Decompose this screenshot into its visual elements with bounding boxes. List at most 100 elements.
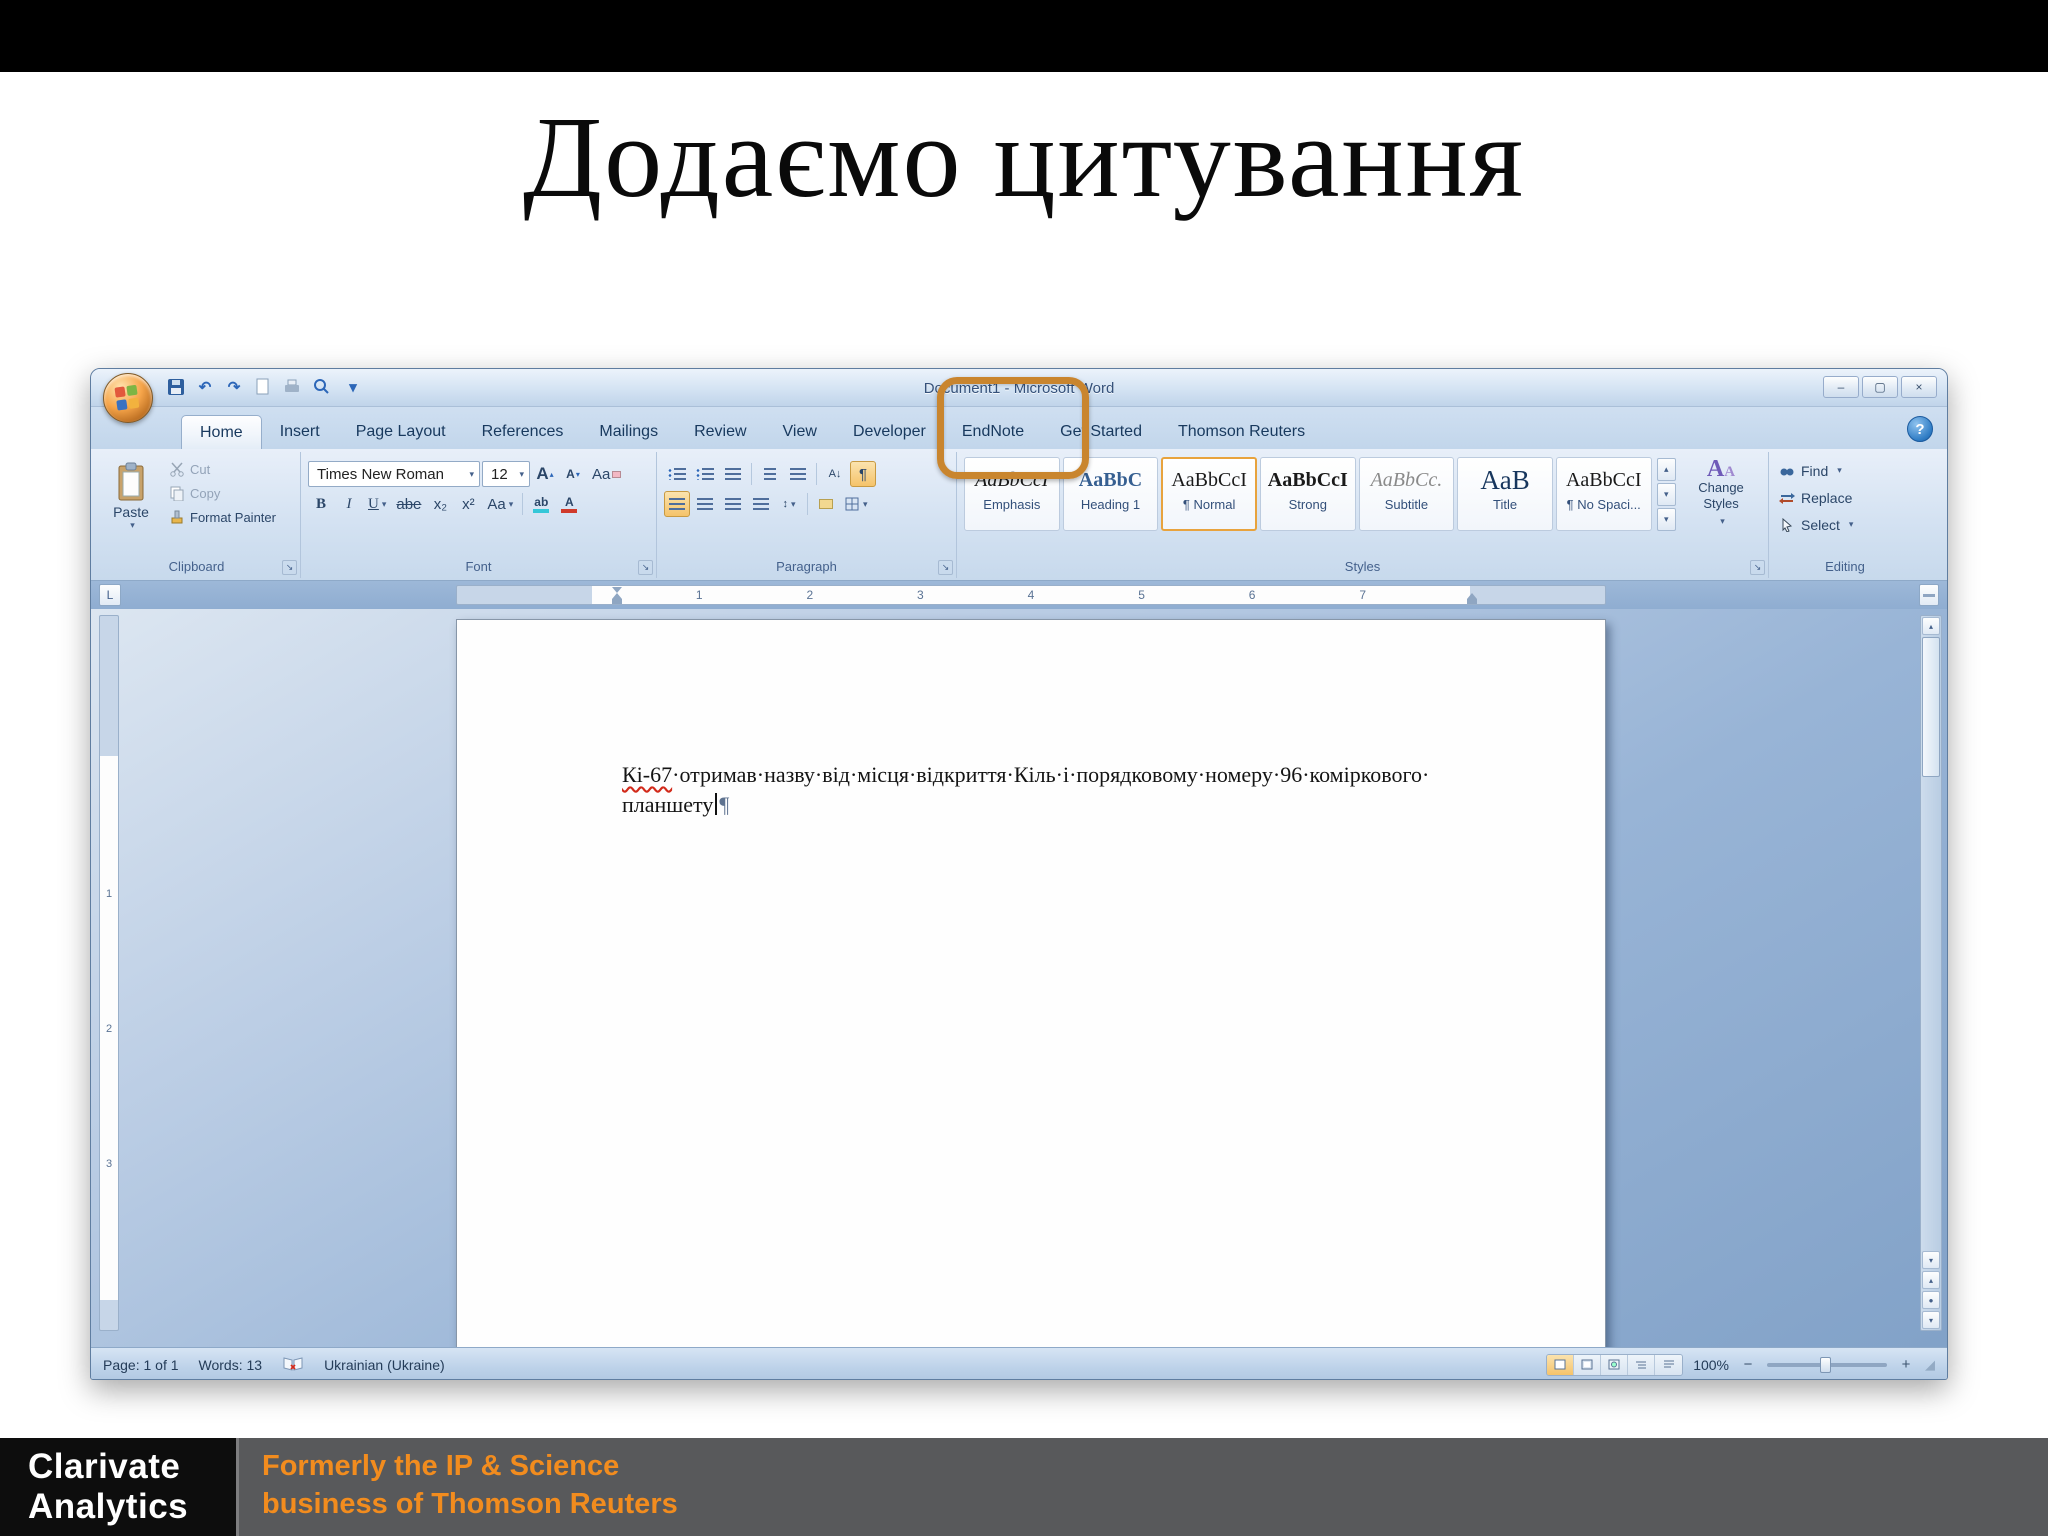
- tab-mailings[interactable]: Mailings: [581, 415, 676, 449]
- change-styles-button[interactable]: AA Change Styles ▾: [1681, 457, 1761, 529]
- superscript-button[interactable]: x²: [455, 491, 481, 517]
- italic-button[interactable]: I: [336, 491, 362, 517]
- close-button[interactable]: ×: [1901, 376, 1937, 398]
- print-layout-view-button[interactable]: [1547, 1354, 1575, 1375]
- shrink-font-button[interactable]: A ▾: [560, 461, 586, 487]
- change-case-button[interactable]: Aa ▾: [483, 491, 517, 517]
- minimize-button[interactable]: –: [1823, 376, 1859, 398]
- help-button[interactable]: ?: [1907, 416, 1933, 442]
- tab-references[interactable]: References: [464, 415, 582, 449]
- clear-formatting-button[interactable]: Aa: [588, 461, 625, 487]
- paragraph-dialog-launcher[interactable]: ↘: [938, 560, 953, 575]
- indent-marker-left[interactable]: [612, 587, 622, 604]
- full-screen-view-button[interactable]: [1574, 1354, 1602, 1375]
- vertical-scrollbar[interactable]: ▴ ▾ ▴ ● ▾: [1920, 615, 1942, 1331]
- align-left-button[interactable]: [664, 491, 690, 517]
- next-page-button[interactable]: ▾: [1922, 1311, 1940, 1329]
- tab-page-layout[interactable]: Page Layout: [338, 415, 464, 449]
- scroll-down-button[interactable]: ▾: [1922, 1251, 1940, 1269]
- align-center-button[interactable]: [692, 491, 718, 517]
- undo-button[interactable]: ↶: [194, 376, 216, 398]
- tab-home[interactable]: Home: [181, 415, 262, 449]
- zoom-level[interactable]: 100%: [1693, 1357, 1729, 1373]
- increase-indent-button[interactable]: [785, 461, 811, 487]
- tab-endnote[interactable]: EndNote: [944, 415, 1042, 449]
- select-browse-object-button[interactable]: ●: [1922, 1291, 1940, 1309]
- font-name-select[interactable]: Times New Roman ▾: [308, 461, 480, 487]
- indent-marker-right[interactable]: [1467, 593, 1477, 604]
- web-layout-view-button[interactable]: [1601, 1354, 1629, 1375]
- tab-review[interactable]: Review: [676, 415, 764, 449]
- paste-button[interactable]: Paste ▾: [100, 457, 162, 549]
- cut-button[interactable]: Cut: [166, 457, 279, 481]
- style-title[interactable]: AaB Title: [1457, 457, 1553, 531]
- page-indicator[interactable]: Page: 1 of 1: [103, 1357, 179, 1373]
- underline-button[interactable]: U ▾: [364, 491, 390, 517]
- tab-thomson-reuters[interactable]: Thomson Reuters: [1160, 415, 1323, 449]
- resize-grip[interactable]: ◢: [1925, 1357, 1935, 1373]
- document-page[interactable]: Кі-67·отримав·назву·від·місця·відкриття·…: [456, 619, 1606, 1347]
- tab-insert[interactable]: Insert: [262, 415, 338, 449]
- zoom-slider[interactable]: [1767, 1356, 1887, 1373]
- align-right-button[interactable]: [720, 491, 746, 517]
- style-strong[interactable]: AaBbCcI Strong: [1259, 457, 1356, 531]
- previous-page-button[interactable]: ▴: [1922, 1271, 1940, 1289]
- styles-gallery-expand-button[interactable]: ▾: [1656, 508, 1677, 531]
- tab-selector-button[interactable]: L: [99, 584, 121, 606]
- subscript-button[interactable]: x₂: [427, 491, 453, 517]
- print-button[interactable]: [281, 376, 303, 398]
- qat-dropdown-button[interactable]: ▾: [342, 376, 364, 398]
- title-bar[interactable]: ↶ ↷ ▾ Document1 - Microsoft Word – ▢ ×: [91, 369, 1947, 423]
- proofing-status[interactable]: [282, 1355, 304, 1375]
- language-indicator[interactable]: Ukrainian (Ukraine): [324, 1357, 445, 1373]
- styles-scroll-up-button[interactable]: ▴: [1656, 458, 1677, 481]
- text-highlight-button[interactable]: ab: [528, 491, 554, 517]
- styles-scroll-down-button[interactable]: ▾: [1656, 483, 1677, 506]
- zoom-in-button[interactable]: +: [1897, 1356, 1915, 1373]
- document-text[interactable]: Кі-67·отримав·назву·від·місця·відкриття·…: [622, 760, 1502, 820]
- format-painter-button[interactable]: Format Painter: [166, 505, 279, 529]
- replace-button[interactable]: Replace: [1776, 484, 1914, 511]
- borders-button[interactable]: ▾: [841, 491, 872, 517]
- redo-button[interactable]: ↷: [223, 376, 245, 398]
- word-count[interactable]: Words: 13: [199, 1357, 263, 1373]
- line-spacing-button[interactable]: ↕ ▾: [776, 491, 802, 517]
- tab-developer[interactable]: Developer: [835, 415, 944, 449]
- bullets-button[interactable]: [664, 461, 690, 487]
- maximize-button[interactable]: ▢: [1862, 376, 1898, 398]
- clipboard-dialog-launcher[interactable]: ↘: [282, 560, 297, 575]
- save-button[interactable]: [165, 376, 187, 398]
- zoom-out-button[interactable]: −: [1739, 1356, 1757, 1373]
- draft-view-button[interactable]: [1655, 1354, 1683, 1375]
- font-color-button[interactable]: A: [556, 491, 582, 517]
- multilevel-list-button[interactable]: [720, 461, 746, 487]
- numbering-button[interactable]: [692, 461, 718, 487]
- ruler-toggle-button[interactable]: [1919, 584, 1939, 606]
- tab-get-started[interactable]: Get Started: [1042, 415, 1160, 449]
- find-button[interactable]: Find ▾: [1776, 457, 1914, 484]
- font-dialog-launcher[interactable]: ↘: [638, 560, 653, 575]
- style-heading1[interactable]: AaBbC Heading 1: [1062, 457, 1159, 531]
- font-size-select[interactable]: 12 ▾: [482, 461, 530, 487]
- office-button[interactable]: [103, 373, 153, 423]
- decrease-indent-button[interactable]: [757, 461, 783, 487]
- new-document-button[interactable]: [252, 376, 274, 398]
- style-emphasis[interactable]: AaBbCcI Emphasis: [964, 457, 1060, 531]
- scroll-up-button[interactable]: ▴: [1922, 617, 1940, 635]
- bold-button[interactable]: B: [308, 491, 334, 517]
- grow-font-button[interactable]: A ▴: [532, 461, 558, 487]
- justify-button[interactable]: [748, 491, 774, 517]
- zoom-slider-thumb[interactable]: [1820, 1356, 1831, 1373]
- outline-view-button[interactable]: [1628, 1354, 1656, 1375]
- select-button[interactable]: Select ▾: [1776, 511, 1914, 538]
- copy-button[interactable]: Copy: [166, 481, 279, 505]
- style-no-spacing[interactable]: AaBbCcI ¶ No Spaci...: [1555, 457, 1652, 531]
- sort-button[interactable]: A↓: [822, 461, 848, 487]
- style-normal[interactable]: AaBbCcI ¶ Normal: [1161, 457, 1257, 531]
- style-subtitle[interactable]: AaBbCc. Subtitle: [1358, 457, 1455, 531]
- scrollbar-thumb[interactable]: [1922, 637, 1940, 777]
- tab-view[interactable]: View: [765, 415, 835, 449]
- shading-button[interactable]: [813, 491, 839, 517]
- show-hide-marks-button[interactable]: ¶: [850, 461, 876, 487]
- strikethrough-button[interactable]: abe: [392, 491, 425, 517]
